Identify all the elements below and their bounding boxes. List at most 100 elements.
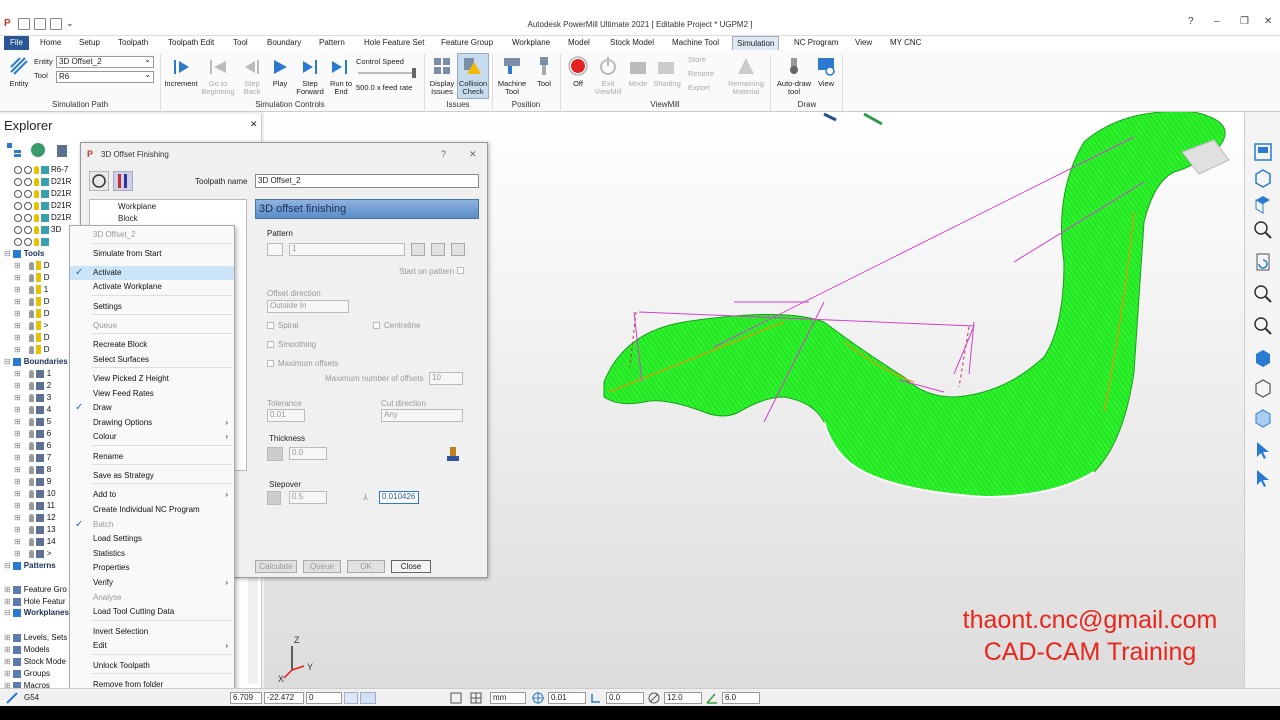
menu-item-simulate-from-start[interactable]: Simulate from Start [70,247,234,261]
tab-nc-program[interactable]: NC Program [790,36,842,50]
pattern-pick-icon[interactable] [411,243,425,256]
start-on-pattern-checkbox[interactable] [457,267,464,274]
zoom-icon[interactable] [1253,220,1273,240]
shaded-icon[interactable] [1253,348,1273,368]
mode-button[interactable]: Mode [624,80,652,88]
play-button[interactable]: Play [266,80,294,88]
run-to-end-icon[interactable] [330,57,350,77]
tool-select[interactable]: R6 [56,70,154,83]
zoom-box-icon[interactable] [1253,284,1273,304]
stepover-cusp-input[interactable]: 0.010426 [379,491,419,504]
tool-tree-item[interactable]: ⊞ D [14,344,49,356]
angle-field[interactable]: 6.0 [722,692,760,704]
menu-item-batch[interactable]: ✓ Batch [70,518,234,532]
pattern-select[interactable]: 1 [289,243,405,256]
strategy-icon[interactable] [89,171,109,191]
menu-item-statistics[interactable]: Statistics [70,547,234,561]
auto-draw-tool-icon[interactable] [784,56,804,76]
calculate-button[interactable]: Calculate [255,560,297,573]
coord-y[interactable]: -22.472 [264,692,304,704]
cut-direction-select[interactable]: Any [381,409,463,422]
menu-item-edit[interactable]: Edit › [70,639,234,653]
boundary-tree-item[interactable]: ⊞ 10 [14,488,56,500]
boundary-tree-item[interactable]: ⊞ 1 [14,368,51,380]
step-back-icon[interactable] [242,57,262,77]
boundary-tree-item[interactable]: ⊞ 14 [14,536,56,548]
explorer-section[interactable]: ⊟ Boundaries [4,356,68,368]
tab-workplane[interactable]: Workplane [508,36,554,50]
explorer-tree-icon[interactable] [6,142,22,158]
explorer-section[interactable]: ⊟ Tools [4,248,44,260]
boundary-tree-item[interactable]: ⊞ 8 [14,464,51,476]
maximize-icon[interactable]: ❐ [1240,16,1249,27]
tool-tree-item[interactable]: ⊞ 1 [14,284,48,296]
tab-tool[interactable]: Tool [229,36,252,50]
restore-button[interactable]: Restore [688,70,714,78]
entity-button[interactable]: Entity [4,80,34,88]
grid-toggle[interactable] [360,692,376,704]
transparent-icon[interactable] [1253,408,1273,428]
menu-item-verify[interactable]: Verify › [70,576,234,590]
explorer-section[interactable]: ⊟ Workplanes [4,607,69,619]
stepover-lock[interactable] [267,491,281,505]
step-forward-button[interactable]: Step Forward [294,80,326,96]
auto-draw-tool-button[interactable]: Auto-draw tool [774,80,814,96]
menu-item-rename[interactable]: Rename [70,450,234,464]
coord-x[interactable]: 6.709 [230,692,262,704]
tab-model[interactable]: Model [564,36,594,50]
store-button[interactable]: Store [688,56,706,64]
boundary-tree-item[interactable]: ⊞ 9 [14,476,51,488]
machine-tool-icon[interactable] [502,56,522,76]
stepover-input[interactable]: 0.5 [289,491,327,504]
coord-z[interactable]: 0 [306,692,342,704]
diameter-field[interactable]: 12.0 [664,692,702,704]
shading-button[interactable]: Shading [652,80,682,88]
explorer-branch[interactable]: ⊞ Models [4,644,50,656]
menu-item-create-individual-nc-program[interactable]: Create Individual NC Program [70,503,234,517]
menu-item-properties[interactable]: Properties [70,561,234,575]
boundary-tree-item[interactable]: ⊞ 7 [14,452,51,464]
toolpath-tree-item[interactable]: D21R [14,176,71,188]
menu-item-queue[interactable]: Queue [70,319,234,333]
tool-tree-item[interactable]: ⊞ D [14,296,49,308]
increment-icon[interactable] [172,57,192,77]
thickness-field[interactable]: 0.0 [606,692,644,704]
toolpath-tree-item[interactable]: R6-7 [14,164,68,176]
menu-item-analyse[interactable]: Analyse [70,591,234,605]
increment-button[interactable]: Increment [162,80,200,88]
help-icon[interactable]: ? [1188,16,1194,27]
offset-direction-select[interactable]: Outside In [267,300,349,313]
menu-item-settings[interactable]: Settings [70,300,234,314]
tool-tree-item[interactable]: ⊞ D [14,260,49,272]
queue-button[interactable]: Queue [303,560,341,573]
machine-tool-button[interactable]: Machine Tool [496,80,528,96]
explorer-close-icon[interactable]: ✕ [250,119,258,130]
tool-tree-item[interactable]: ⊞ D [14,308,49,320]
max-number-offsets-input[interactable]: 10 [429,372,463,385]
view-iso-icon[interactable] [1253,168,1273,188]
menu-item-load-settings[interactable]: Load Settings [70,532,234,546]
remaining-material-icon[interactable] [736,56,756,76]
toolpath-tree-item[interactable]: D21R [14,188,71,200]
smoothing-checkbox[interactable] [267,341,274,348]
display-issues-button[interactable]: Display Issues [428,80,456,96]
tree-item-block[interactable]: Block [118,214,138,223]
select-icon[interactable] [1253,440,1273,460]
tolerance-field[interactable]: 0.01 [548,692,586,704]
export-button[interactable]: Export [688,84,710,92]
tab-machine-tool[interactable]: Machine Tool [668,36,723,50]
toolpath-tree-item[interactable] [14,236,51,248]
menu-item-invert-selection[interactable]: Invert Selection [70,625,234,639]
tool-tree-item[interactable]: ⊞ > [14,320,48,332]
go-to-beginning-icon[interactable] [208,57,228,77]
speed-slider[interactable] [358,72,416,74]
boundary-tree-item[interactable]: ⊞ 4 [14,404,51,416]
tool-position-button[interactable]: Tool [530,80,558,88]
explorer-section[interactable]: ⊟ Patterns [4,560,56,572]
boundary-tree-item[interactable]: ⊞ 5 [14,416,51,428]
tab-toolpath-edit[interactable]: Toolpath Edit [164,36,218,50]
ok-button[interactable]: OK [347,560,385,573]
close-button[interactable]: Close [391,560,431,573]
mode-icon[interactable] [628,56,648,76]
explorer-branch[interactable]: ⊞ Stock Mode [4,656,66,668]
